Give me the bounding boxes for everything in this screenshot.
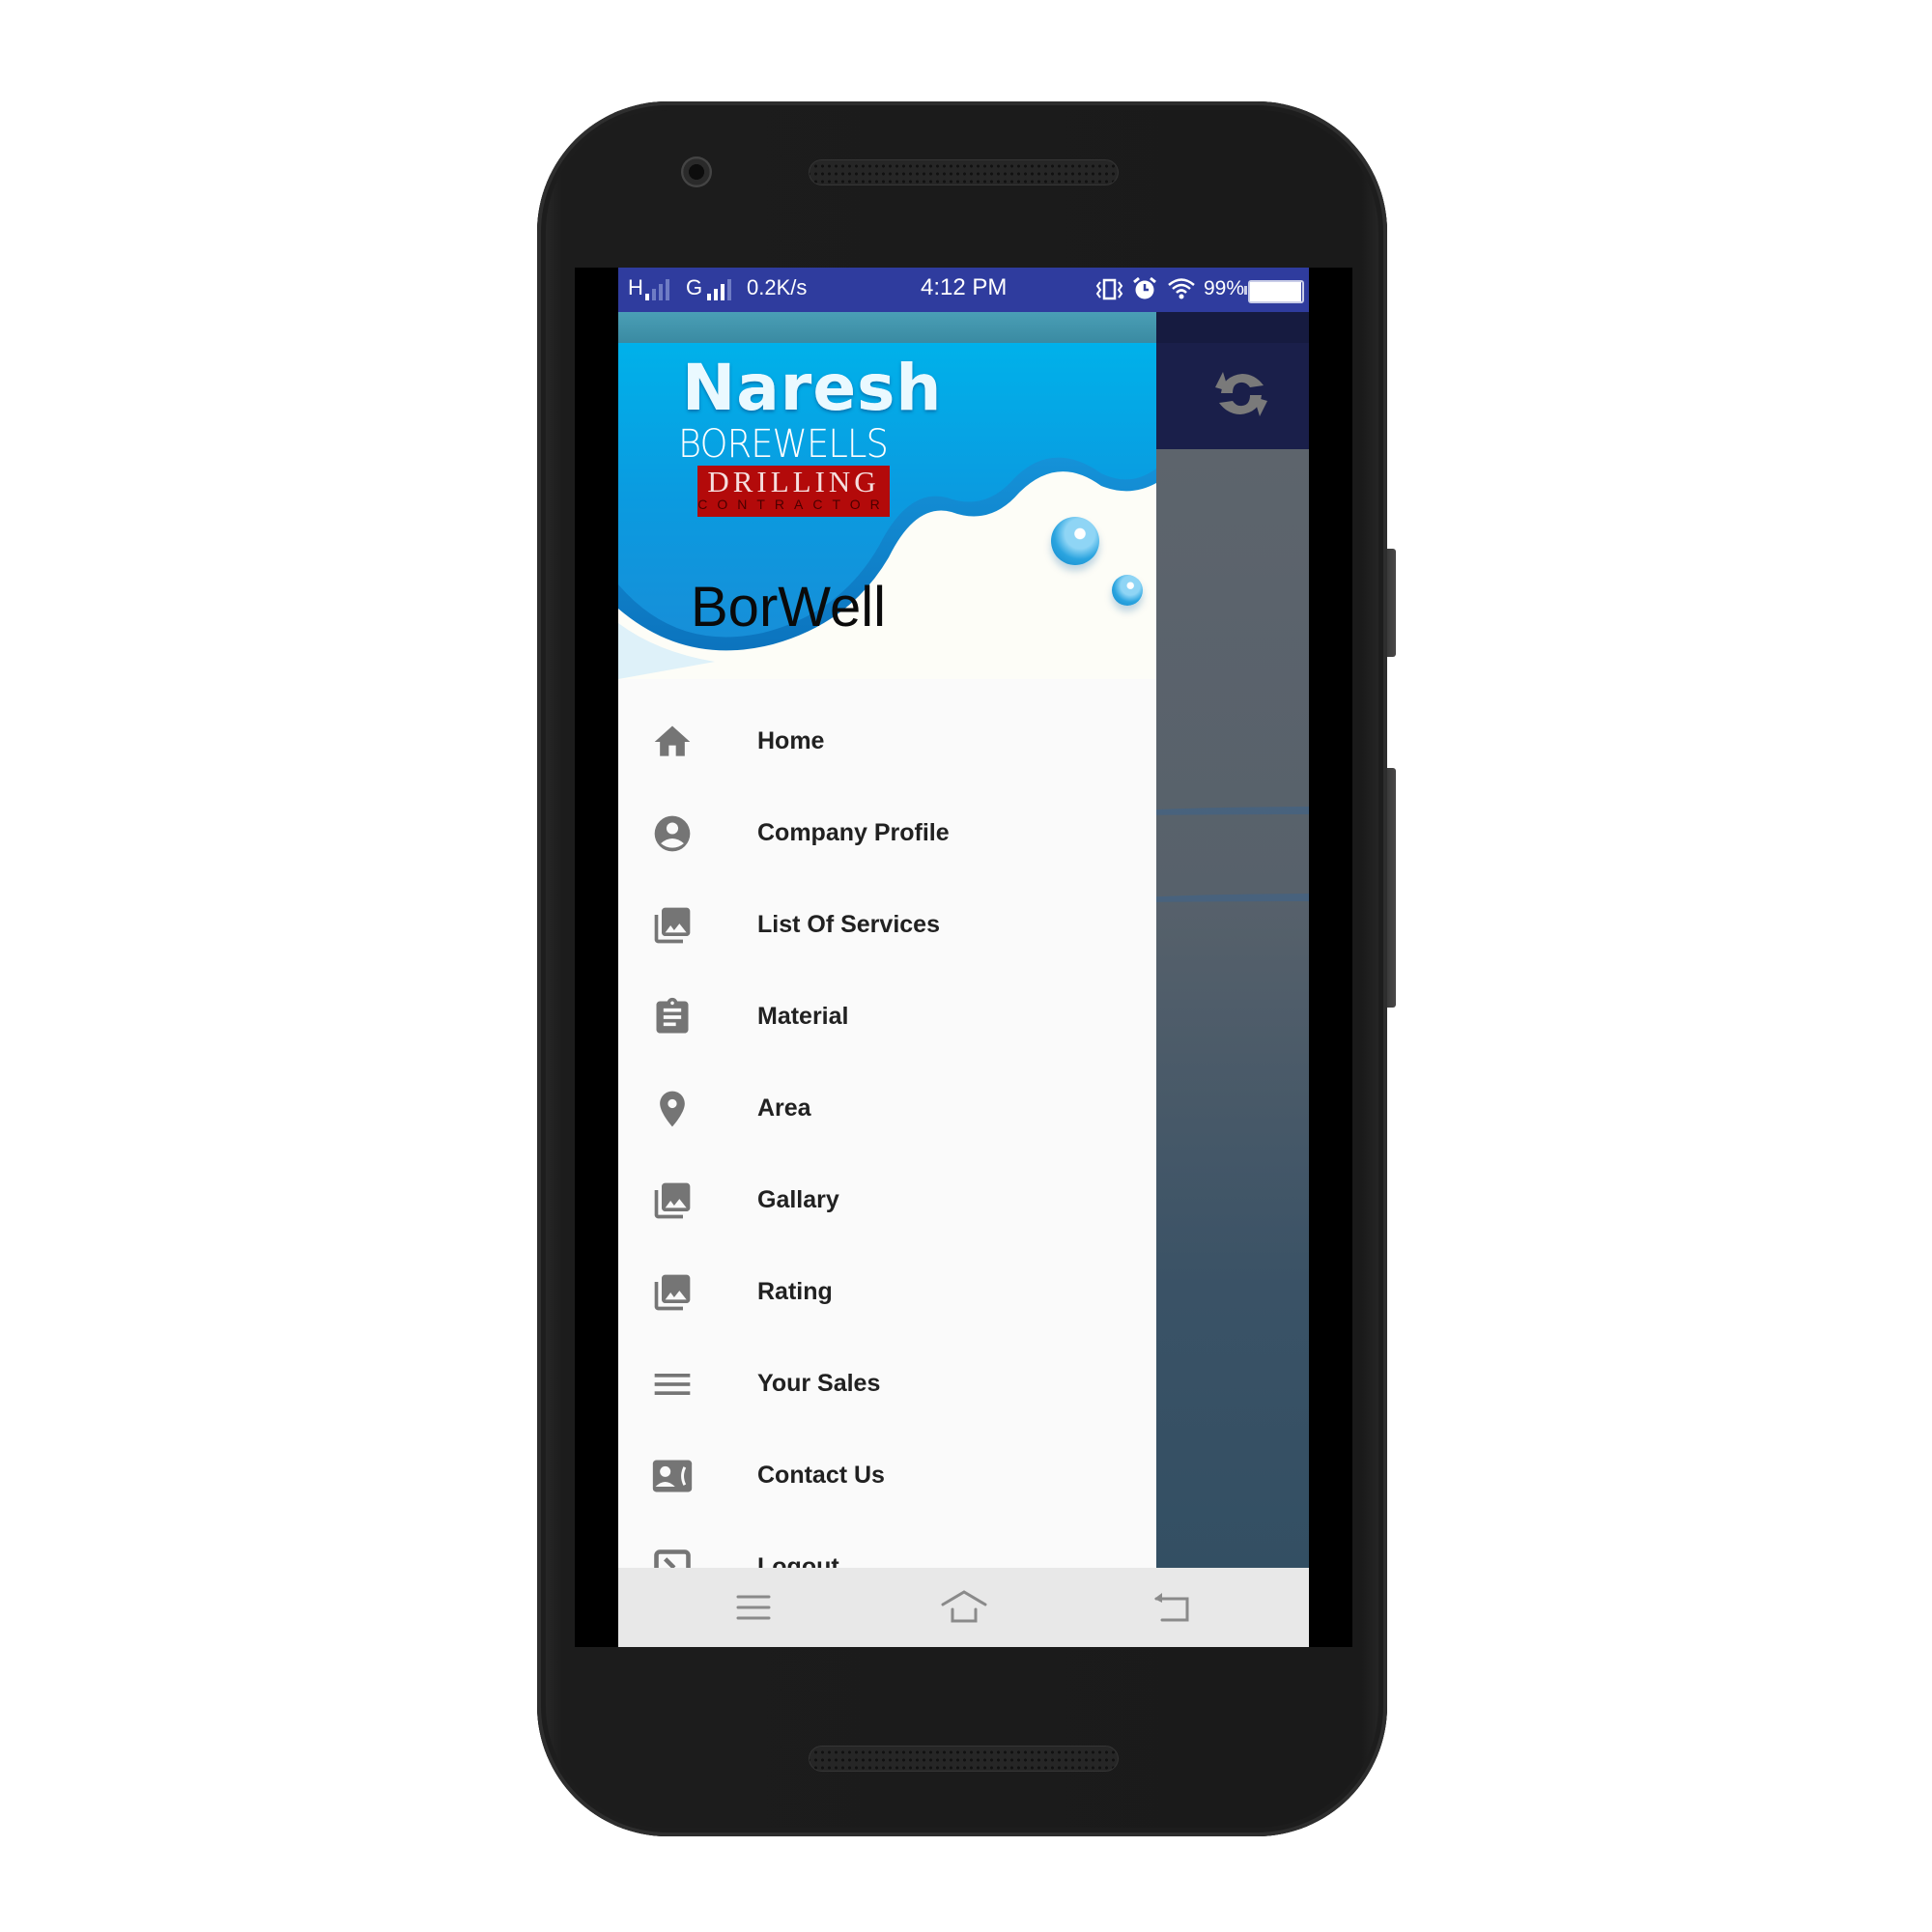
data-speed: 0.2K/s [747, 275, 808, 299]
logo-borewells: BOREWELLS [678, 422, 889, 467]
drawer-item-company-profile[interactable]: Company Profile [618, 787, 1156, 879]
system-nav-bar [618, 1568, 1309, 1647]
water-drop [1051, 517, 1099, 565]
refresh-icon[interactable] [1211, 364, 1271, 424]
drawer-item-label: Gallary [757, 1186, 839, 1213]
front-camera [681, 156, 712, 187]
app-name: BorWell [691, 576, 886, 639]
drawer-item-label: Your Sales [757, 1370, 881, 1397]
contact-phone-icon [652, 1460, 693, 1492]
clipboard-icon [656, 997, 689, 1034]
home-icon[interactable] [935, 1581, 993, 1634]
drawer-item-label: Contact Us [757, 1462, 885, 1489]
network-type-1: H [628, 275, 643, 299]
drawer-item-label: Material [757, 1003, 849, 1030]
drawer-item-area[interactable]: Area [618, 1063, 1156, 1154]
account-circle-icon [654, 815, 691, 852]
drawer-item-label: Home [757, 727, 825, 754]
drawer-item-label: Company Profile [757, 819, 950, 846]
signal-g-icon [707, 268, 736, 312]
list-icon [654, 1374, 691, 1395]
screen: H G 0.2K/s 4:12 PM 99% Naresh BOREWELLS … [618, 268, 1309, 1647]
earpiece-speaker [809, 159, 1119, 185]
battery-tip [1244, 286, 1247, 295]
location-pin-icon [660, 1091, 685, 1127]
logo-naresh: Naresh [682, 351, 943, 425]
drawer-item-label: List Of Services [757, 911, 940, 938]
drawer-item-material[interactable]: Material [618, 971, 1156, 1063]
drawer-item-logout[interactable]: Logout [618, 1521, 1156, 1568]
drawer-header-strip [618, 312, 1156, 343]
back-icon[interactable] [1145, 1581, 1203, 1634]
logo-contractor: CONTRACTOR [697, 497, 890, 512]
signal-h-icon [645, 268, 674, 312]
bottom-speaker [809, 1746, 1119, 1772]
clock: 4:12 PM [921, 274, 1008, 300]
logout-icon [654, 1549, 691, 1568]
drawer-item-contact-us[interactable]: Contact Us [618, 1430, 1156, 1521]
battery-level [1250, 282, 1302, 301]
power-button [1387, 549, 1396, 657]
network-type-2: G [686, 275, 703, 299]
drawer-item-gallary[interactable]: Gallary [618, 1154, 1156, 1246]
vibrate-icon [1095, 278, 1123, 300]
menu-icon[interactable] [724, 1581, 782, 1634]
drawer-header: Naresh BOREWELLS DRILLING CONTRACTOR Bor… [618, 343, 1156, 679]
water-drop [1112, 575, 1143, 606]
drawer-item-label: Rating [757, 1278, 833, 1305]
battery-icon [1248, 280, 1304, 303]
drawer-item-list-of-services[interactable]: List Of Services [618, 879, 1156, 971]
home-icon [654, 725, 691, 756]
alarm-icon [1133, 276, 1156, 299]
photo-library-icon [654, 1274, 691, 1311]
logo-drilling: DRILLING [707, 465, 880, 498]
photo-library-icon [654, 907, 691, 944]
drawer-item-home[interactable]: Home [618, 696, 1156, 787]
drawer-item-rating[interactable]: Rating [618, 1246, 1156, 1338]
drawer-item-label: Logout [757, 1553, 839, 1568]
volume-button [1387, 768, 1396, 1008]
status-bar: H G 0.2K/s 4:12 PM 99% [618, 268, 1309, 312]
wifi-icon [1168, 278, 1195, 299]
drawer-item-your-sales[interactable]: Your Sales [618, 1338, 1156, 1430]
logo-drilling-badge: DRILLING CONTRACTOR [697, 466, 890, 517]
photo-library-icon [654, 1182, 691, 1219]
navigation-drawer: Naresh BOREWELLS DRILLING CONTRACTOR Bor… [618, 312, 1156, 1568]
battery-percent: 99% [1204, 277, 1245, 299]
drawer-item-label: Area [757, 1094, 811, 1122]
